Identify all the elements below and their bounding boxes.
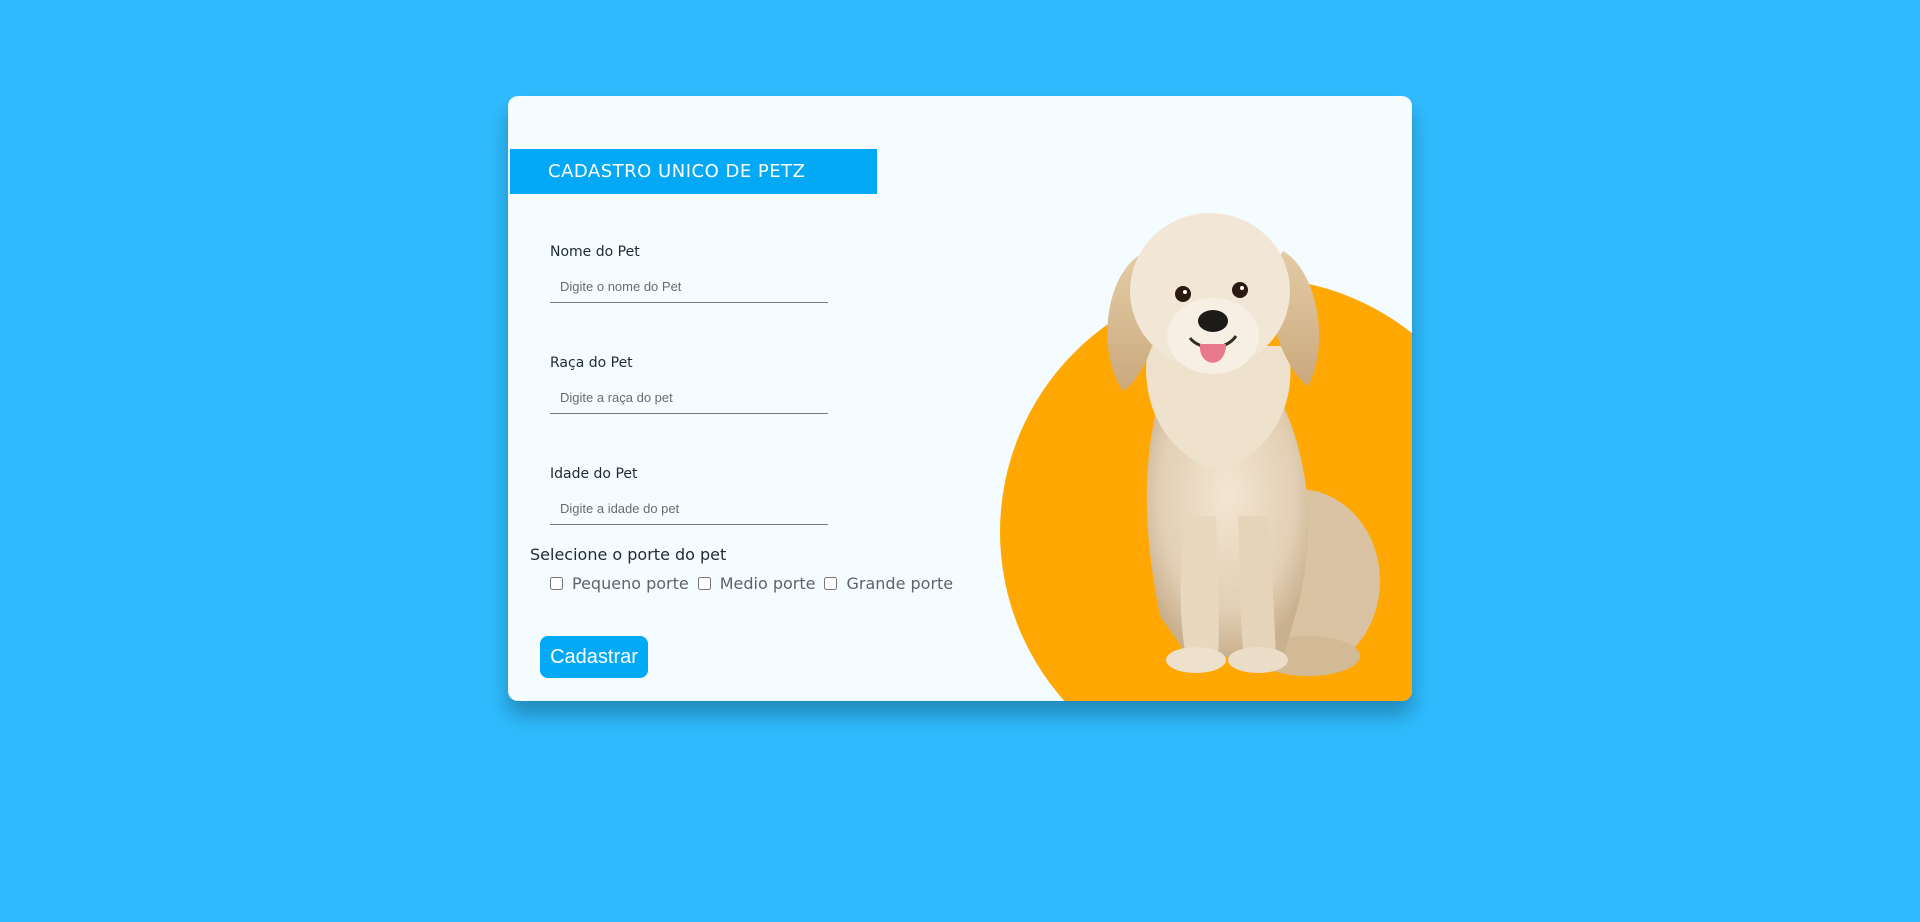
size-medium-label: Medio porte	[719, 574, 816, 593]
size-option-large[interactable]: Grande porte	[824, 574, 953, 593]
pet-name-label: Nome do Pet	[550, 244, 640, 260]
pet-age-input[interactable]	[550, 493, 828, 525]
size-large-checkbox[interactable]	[824, 577, 838, 590]
dog-image	[1107, 213, 1380, 676]
size-small-checkbox[interactable]	[550, 577, 563, 590]
submit-button[interactable]: Cadastrar	[540, 636, 648, 678]
pet-name-input[interactable]	[550, 271, 828, 303]
pet-breed-label: Raça do Pet	[550, 355, 633, 371]
pet-breed-input[interactable]	[550, 382, 828, 414]
registration-card: CADASTRO UNICO DE PETZ Nome do Pet Raça …	[508, 96, 1412, 701]
size-option-small[interactable]: Pequeno porte	[550, 574, 689, 593]
size-option-medium[interactable]: Medio porte	[697, 574, 816, 593]
size-medium-checkbox[interactable]	[697, 577, 711, 590]
pet-age-label: Idade do Pet	[550, 466, 638, 482]
size-small-label: Pequeno porte	[572, 574, 689, 593]
size-large-label: Grande porte	[846, 574, 954, 593]
pet-size-title: Selecione o porte do pet	[530, 545, 727, 564]
pet-size-options: Pequeno porte Medio porte Grande porte	[550, 574, 962, 593]
form-title: CADASTRO UNICO DE PETZ	[510, 149, 877, 194]
